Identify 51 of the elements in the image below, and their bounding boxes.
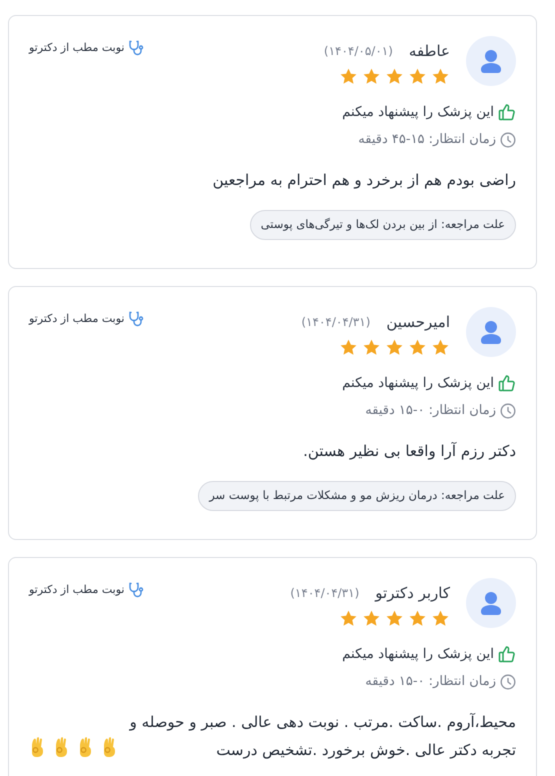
avatar-icon — [466, 578, 516, 628]
star-icon — [431, 66, 450, 86]
visit-reason-tag: علت مراجعه: درمان ریزش مو و مشکلات مرتبط با پوست سر — [198, 481, 516, 510]
star-icon — [339, 338, 358, 356]
source-label: نوبت مطب از دکترتو — [29, 582, 124, 598]
clock-icon — [500, 403, 516, 419]
ok-hand-icon — [53, 736, 69, 757]
star-icon — [408, 608, 427, 628]
wait-time: زمان انتظار: ۰-۱۵ دقیقه — [365, 673, 496, 692]
clock-icon — [500, 132, 516, 148]
star-icon — [408, 338, 427, 356]
avatar-icon — [466, 36, 516, 86]
review-date: (۱۴۰۴/۰۴/۳۱) — [301, 314, 370, 332]
ok-hand-icon — [77, 736, 93, 757]
recommend-text: این پزشک را پیشنهاد میکنم — [342, 645, 494, 664]
stethoscope-icon — [128, 582, 144, 598]
review-date: (۱۴۰۴/۰۴/۳۱) — [290, 585, 360, 602]
reviewer-name: کاربر دکترتو — [375, 583, 450, 604]
visit-reason-tag: علت مراجعه: از بین بردن لک‌ها و تیرگی‌های پوستی — [250, 210, 516, 240]
star-icon — [362, 66, 381, 86]
stethoscope-icon — [128, 40, 144, 56]
review-comment: دکتر رزم آرا واقعا بی نظیر هستن. — [303, 440, 516, 462]
reviewer-name: امیرحسین — [386, 312, 450, 333]
star-icon — [431, 608, 450, 628]
thumbs-up-icon — [498, 103, 516, 122]
review-comment: راضی بودم هم از برخرد و هم احترام به مراجعین — [212, 170, 516, 191]
source-label: نوبت مطب از دکترتو — [29, 311, 124, 327]
thumbs-up-icon — [498, 374, 516, 392]
star-icon — [431, 338, 450, 356]
wait-time: زمان انتظار: ۱۵-۴۵ دقیقه — [358, 131, 496, 150]
review-comment: محیط،آروم .ساکت .مرتب . نوبت دهی عالی . صبر و حوصله و تجربه دکتر عالی .خوش برخورد .تشخیص درست — [128, 712, 516, 762]
wait-time: زمان انتظار: ۰-۱۵ دقیقه — [365, 402, 496, 420]
ok-hand-icon — [101, 736, 117, 757]
star-icon — [385, 66, 404, 86]
star-icon — [385, 608, 404, 628]
ok-hand-icon — [29, 736, 45, 757]
star-icon — [339, 66, 358, 86]
star-icon — [408, 66, 427, 86]
recommend-text: این پزشک را پیشنهاد میکنم — [342, 103, 494, 122]
recommend-text: این پزشک را پیشنهاد میکنم — [342, 374, 494, 393]
source-label: نوبت مطب از دکترتو — [29, 40, 124, 56]
review-date: (۱۴۰۴/۰۵/۰۱) — [324, 43, 393, 60]
star-icon — [362, 608, 381, 628]
star-icon — [339, 608, 358, 628]
clock-icon — [500, 674, 516, 690]
star-icon — [362, 338, 381, 356]
star-icon — [385, 338, 404, 356]
stethoscope-icon — [128, 311, 144, 328]
reviewer-name: عاطفه — [408, 41, 450, 62]
avatar-icon — [466, 307, 516, 357]
thumbs-up-icon — [498, 645, 516, 664]
